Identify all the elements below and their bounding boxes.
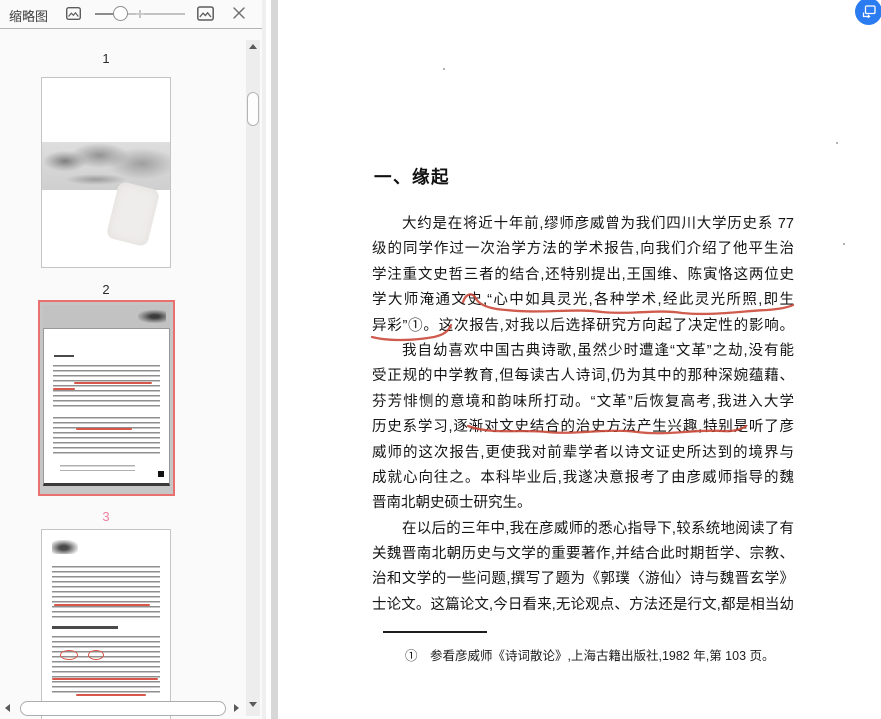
scroll-down-arrow-icon[interactable] xyxy=(249,702,257,707)
thumbnail-page-3-selected[interactable] xyxy=(38,300,175,496)
slider-track xyxy=(120,13,185,15)
scan-speck xyxy=(443,68,445,70)
page-corner-mark xyxy=(158,471,164,477)
red-underline xyxy=(54,604,150,606)
text-line: 受正规的中学教育,但每读古人诗词,仍为其中的那种深婉蕴藉、 xyxy=(372,368,794,385)
slider-handle[interactable] xyxy=(113,6,128,21)
header-illustration xyxy=(138,310,166,323)
text-line: 在以后的三年中,我在彦威师的悉心指导下,较系统地阅读了有 xyxy=(402,520,794,537)
document-view: 一、缘起 大约是在将近十年前,缪师彦威曾为我们四川大学历史系 77 级的同学作过… xyxy=(262,0,881,719)
scroll-left-arrow-icon[interactable] xyxy=(5,704,10,712)
text-line: 威师的这次报告,更使我对前辈学者以诗文证史所达到的境界与 xyxy=(372,444,794,461)
thumbnail-page-2[interactable] xyxy=(42,78,170,267)
panel-title: 缩略图 xyxy=(9,9,49,24)
thumbnail-small-icon[interactable] xyxy=(65,5,82,27)
red-underline xyxy=(53,388,75,390)
screen-translate-icon xyxy=(862,4,876,18)
fake-heading xyxy=(54,355,74,357)
vertical-scrollbar-track[interactable] xyxy=(246,40,260,716)
slider-tick xyxy=(139,10,141,18)
scroll-right-arrow-icon[interactable] xyxy=(234,704,239,712)
close-icon[interactable] xyxy=(231,5,247,26)
text-line: 历史系学习,逐渐对文史结合的治史方法产生兴趣,特别是听了彦 xyxy=(372,419,794,436)
text-line: 晋南北朝史硕士研究生。 xyxy=(372,495,532,512)
red-underline xyxy=(52,678,158,680)
text-line: 士论文。这篇论文,今日看来,无论观点、方法还是行文,都是相当幼 xyxy=(372,596,794,613)
thumbnail-page-4[interactable] xyxy=(42,530,170,719)
red-underline xyxy=(76,428,132,430)
red-circle-mark xyxy=(60,650,78,660)
page-number-label-current: 3 xyxy=(102,509,110,524)
page-number-label: 1 xyxy=(102,51,110,66)
scan-speck xyxy=(836,142,838,144)
scroll-up-arrow-icon[interactable] xyxy=(249,44,257,49)
thumbnail-large-icon[interactable] xyxy=(196,4,215,28)
text-line: 级的同学作过一次治学方法的学术报告,向我们介绍了他平生治 xyxy=(372,241,794,258)
thumbnail-list: 1 2 3 xyxy=(0,29,246,719)
text-line: 学注重文史哲三者的结合,还特别提出,王国维、陈寅恪这两位史 xyxy=(372,266,794,283)
red-underline xyxy=(74,382,152,384)
body-text: 大约是在将近十年前,缪师彦威曾为我们四川大学历史系 77 级的同学作过一次治学方… xyxy=(372,212,794,618)
thumbnail-size-slider[interactable] xyxy=(95,0,185,28)
fake-paragraph xyxy=(52,566,160,618)
thumbnail-toolbar: 缩略图 xyxy=(0,0,262,29)
faint-stamp xyxy=(105,180,161,248)
red-circle-mark xyxy=(88,650,104,660)
text-line: 成就心向往之。本科毕业后,我遂决意报考了由彦威师指导的魏 xyxy=(372,469,794,486)
header-illustration xyxy=(52,540,78,554)
section-heading: 一、缘起 xyxy=(374,167,450,187)
panel-edge xyxy=(262,0,266,719)
text-line: 我自幼喜欢中国古典诗歌,虽然少时遭逢“文革”之劫,没有能 xyxy=(402,342,794,359)
page-header-band xyxy=(43,305,170,328)
text-line: 学大师淹通文史,“心中如具灵光,各种学术,经此灵光所照,即生 xyxy=(372,292,794,309)
red-underline xyxy=(76,694,146,696)
fake-heading xyxy=(52,626,118,629)
footnote-text: ① 参看彦威师《诗词散论》,上海古籍出版社,1982 年,第 103 页。 xyxy=(405,649,775,663)
text-line: 治和文学的一些问题,撰写了题为《郭璞〈游仙〉诗与魏晋玄学》的硕 xyxy=(372,571,794,588)
screen-translate-button[interactable] xyxy=(855,0,881,25)
vertical-scrollbar-thumb[interactable] xyxy=(247,92,259,126)
footnote-rule xyxy=(383,631,487,633)
fake-footnote xyxy=(60,465,135,471)
fake-paragraph xyxy=(52,636,160,696)
text-line: 芬芳悱恻的意境和韵味所打动。“文革”后恢复高考,我进入大学 xyxy=(372,393,794,410)
page-number-label: 2 xyxy=(102,282,110,297)
scan-speck xyxy=(843,243,845,245)
page-left-shadow xyxy=(271,0,278,719)
painting-image xyxy=(42,142,170,190)
text-line: 关魏晋南北朝历史与文学的重要著作,并结合此时期哲学、宗教、政 xyxy=(372,546,794,563)
text-line: 大约是在将近十年前,缪师彦威曾为我们四川大学历史系 77 xyxy=(402,216,794,232)
page-text-area xyxy=(43,328,170,486)
text-line: 异彩”①。这次报告,对我以后选择研究方向起了决定性的影响。 xyxy=(372,317,794,334)
thumbnail-panel: 缩略图 1 2 3 xyxy=(0,0,262,719)
fake-paragraph xyxy=(53,417,160,457)
horizontal-scrollbar-thumb[interactable] xyxy=(20,701,226,716)
